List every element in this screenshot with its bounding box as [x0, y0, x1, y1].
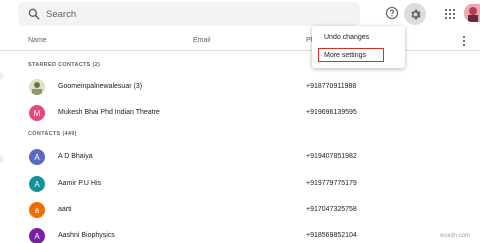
- contact-name: Goomeinpalnewalesuar (3): [58, 83, 143, 90]
- settings-dropdown-menu: Undo changes More settings: [312, 26, 405, 68]
- search-icon: [28, 8, 40, 20]
- top-bar: [0, 0, 480, 30]
- avatar: M: [29, 105, 45, 121]
- menu-item-undo-changes[interactable]: Undo changes: [324, 34, 369, 41]
- contacts-page: Name Email Ph STARRED CONTACTS (2) Goome…: [0, 0, 480, 243]
- column-name-header[interactable]: Name: [28, 37, 47, 44]
- table-header: Name Email Ph: [0, 32, 480, 50]
- contact-row[interactable]: A Aashni Biophysics +918569852104: [0, 224, 480, 243]
- avatar: a: [29, 202, 45, 218]
- avatar: A: [29, 149, 45, 165]
- more-vert-icon[interactable]: [462, 35, 466, 47]
- search-input[interactable]: [46, 6, 346, 22]
- avatar: A: [29, 228, 45, 243]
- menu-item-more-settings[interactable]: More settings: [324, 52, 366, 59]
- profile-photo-icon: [464, 4, 480, 22]
- account-avatar[interactable]: [464, 4, 480, 22]
- contact-row[interactable]: Goomeinpalnewalesuar (3) +918770911988: [0, 75, 480, 99]
- contact-row[interactable]: A Aamir P.U His +919779775179: [0, 172, 480, 196]
- contact-name: Mukesh Bhai Phd Indian Theatre: [58, 109, 160, 116]
- avatar: A: [29, 176, 45, 192]
- help-icon[interactable]: [385, 6, 399, 20]
- column-email-header[interactable]: Email: [193, 37, 211, 44]
- contact-phone: +918770911988: [306, 83, 357, 90]
- apps-grid-icon[interactable]: [444, 8, 456, 20]
- contact-name: Aashni Biophysics: [58, 232, 115, 239]
- contact-phone: +919696139595: [306, 109, 357, 116]
- contact-row[interactable]: M Mukesh Bhai Phd Indian Theatre +919696…: [0, 101, 480, 125]
- contacts-section-heading: CONTACTS (449): [28, 131, 77, 137]
- watermark: wsxdn.com: [440, 233, 471, 239]
- contact-phone: +918569852104: [306, 232, 357, 239]
- contact-row[interactable]: a aarti +917047325758: [0, 198, 480, 222]
- contact-name: A D Bhaiya: [58, 153, 93, 160]
- contact-phone: +917047325758: [306, 206, 357, 213]
- gear-icon: [410, 9, 421, 19]
- contact-name: Aamir P.U His: [58, 180, 102, 187]
- header-divider: [0, 50, 480, 51]
- contact-name: aarti: [58, 206, 72, 213]
- contact-phone: +919407851982: [306, 153, 357, 160]
- contact-photo-icon: [29, 79, 45, 95]
- starred-section-heading: STARRED CONTACTS (2): [28, 62, 101, 68]
- search-box[interactable]: [18, 2, 360, 26]
- settings-button[interactable]: [404, 3, 426, 25]
- contact-row[interactable]: A A D Bhaiya +919407851982: [0, 145, 480, 169]
- avatar: [29, 79, 45, 95]
- contact-phone: +919779775179: [306, 180, 357, 187]
